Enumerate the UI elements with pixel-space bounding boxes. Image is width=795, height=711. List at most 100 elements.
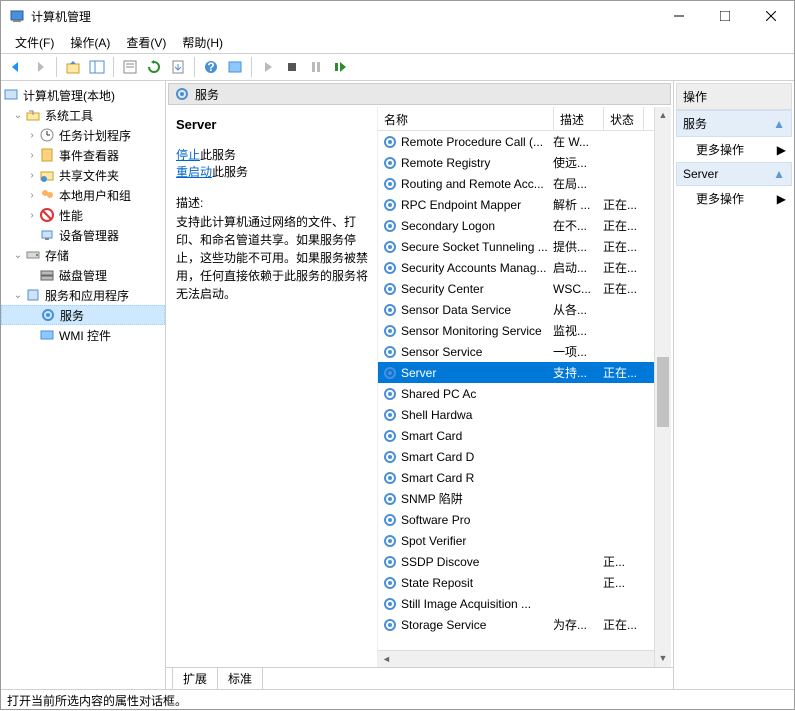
- service-description: 支持此计算机通过网络的文件、打印、和命名管道共享。如果服务停止，这些功能不可用。…: [176, 213, 369, 303]
- tree-system-tools[interactable]: ⌄系统工具: [1, 105, 165, 125]
- vertical-scrollbar[interactable]: ▲ ▼: [654, 107, 671, 667]
- scroll-thumb[interactable]: [657, 357, 669, 427]
- service-row[interactable]: State Reposit正...: [378, 572, 671, 593]
- service-row[interactable]: Server支持...正在...: [378, 362, 671, 383]
- minimize-button[interactable]: [656, 1, 702, 31]
- menu-help[interactable]: 帮助(H): [174, 32, 231, 53]
- tree-performance[interactable]: ›性能: [1, 205, 165, 225]
- menu-view[interactable]: 查看(V): [118, 32, 174, 53]
- tree-shared-folders[interactable]: ›共享文件夹: [1, 165, 165, 185]
- pause-service-button[interactable]: [305, 56, 327, 78]
- actions-more-server[interactable]: 更多操作▶: [676, 186, 792, 211]
- restart-service-button[interactable]: [329, 56, 351, 78]
- gear-icon: [382, 491, 398, 507]
- service-row[interactable]: Security CenterWSC...正在...: [378, 278, 671, 299]
- actions-services-section[interactable]: 服务▲: [676, 110, 792, 137]
- tree-storage[interactable]: ⌄存储: [1, 245, 165, 265]
- col-name[interactable]: 名称: [378, 107, 554, 130]
- back-button[interactable]: [5, 56, 27, 78]
- service-row[interactable]: Sensor Data Service从各...: [378, 299, 671, 320]
- tree-root[interactable]: 计算机管理(本地): [1, 85, 165, 105]
- service-row[interactable]: Smart Card D: [378, 446, 671, 467]
- status-text: 打开当前所选内容的属性对话框。: [7, 692, 187, 709]
- menu-action[interactable]: 操作(A): [62, 32, 118, 53]
- tree-local-users[interactable]: ›本地用户和组: [1, 185, 165, 205]
- service-row[interactable]: Smart Card R: [378, 467, 671, 488]
- actions-pane: 操作 服务▲ 更多操作▶ Server▲ 更多操作▶: [674, 81, 794, 689]
- gear-icon: [382, 512, 398, 528]
- refresh-button[interactable]: [143, 56, 165, 78]
- service-row[interactable]: Routing and Remote Acc...在局...: [378, 173, 671, 194]
- properties-button[interactable]: [119, 56, 141, 78]
- gear-icon: [382, 470, 398, 486]
- gear-icon: [382, 596, 398, 612]
- actions-more-services[interactable]: 更多操作▶: [676, 137, 792, 162]
- gear-icon: [175, 87, 189, 101]
- gear-icon: [382, 239, 398, 255]
- forward-button[interactable]: [29, 56, 51, 78]
- service-row[interactable]: Secure Socket Tunneling ...提供...正在...: [378, 236, 671, 257]
- service-row[interactable]: Spot Verifier: [378, 530, 671, 551]
- service-row[interactable]: Secondary Logon在不...正在...: [378, 215, 671, 236]
- tree-services-apps[interactable]: ⌄服务和应用程序: [1, 285, 165, 305]
- gear-icon: [382, 449, 398, 465]
- titlebar: 计算机管理: [1, 1, 794, 31]
- service-row[interactable]: Remote Procedure Call (...在 W...: [378, 131, 671, 152]
- service-row[interactable]: Software Pro: [378, 509, 671, 530]
- col-desc[interactable]: 描述: [554, 107, 604, 130]
- stop-service-button[interactable]: [281, 56, 303, 78]
- maximize-button[interactable]: [702, 1, 748, 31]
- tree-wmi[interactable]: WMI 控件: [1, 325, 165, 345]
- service-row[interactable]: Still Image Acquisition ...: [378, 593, 671, 614]
- tree-device-manager[interactable]: 设备管理器: [1, 225, 165, 245]
- close-button[interactable]: [748, 1, 794, 31]
- show-hide-tree-button[interactable]: [86, 56, 108, 78]
- chevron-right-icon: ▶: [777, 192, 786, 206]
- selected-service-name: Server: [176, 117, 369, 132]
- tree-event-viewer[interactable]: ›事件查看器: [1, 145, 165, 165]
- service-row[interactable]: Security Accounts Manag...启动...正在...: [378, 257, 671, 278]
- info-button[interactable]: [224, 56, 246, 78]
- actions-server-section[interactable]: Server▲: [676, 162, 792, 186]
- horizontal-scrollbar[interactable]: ◄►: [378, 650, 671, 667]
- collapse-icon: ▲: [773, 167, 785, 181]
- gear-icon: [382, 428, 398, 444]
- service-row[interactable]: SNMP 陷阱: [378, 488, 671, 509]
- services-list[interactable]: 名称 描述 状态 Remote Procedure Call (...在 W..…: [378, 107, 671, 667]
- gear-icon: [382, 323, 398, 339]
- services-header-label: 服务: [195, 86, 219, 103]
- service-row[interactable]: Shared PC Ac: [378, 383, 671, 404]
- gear-icon: [382, 407, 398, 423]
- service-row[interactable]: SSDP Discove正...: [378, 551, 671, 572]
- gear-icon: [382, 134, 398, 150]
- start-service-button[interactable]: [257, 56, 279, 78]
- nav-tree[interactable]: 计算机管理(本地) ⌄系统工具 ›任务计划程序 ›事件查看器 ›共享文件夹 ›本…: [1, 81, 166, 689]
- menubar: 文件(F) 操作(A) 查看(V) 帮助(H): [1, 31, 794, 53]
- tree-services[interactable]: 服务: [1, 305, 165, 325]
- stop-service-link[interactable]: 停止: [176, 148, 200, 162]
- service-row[interactable]: Sensor Monitoring Service监视...: [378, 320, 671, 341]
- list-header[interactable]: 名称 描述 状态: [378, 107, 671, 131]
- menu-file[interactable]: 文件(F): [7, 32, 62, 53]
- restart-service-link[interactable]: 重启动: [176, 165, 212, 179]
- col-status[interactable]: 状态: [604, 107, 644, 130]
- gear-icon: [382, 218, 398, 234]
- gear-icon: [382, 302, 398, 318]
- up-button[interactable]: [62, 56, 84, 78]
- service-row[interactable]: Remote Registry使远...: [378, 152, 671, 173]
- service-row[interactable]: RPC Endpoint Mapper解析 ...正在...: [378, 194, 671, 215]
- help-button[interactable]: ?: [200, 56, 222, 78]
- gear-icon: [382, 365, 398, 381]
- collapse-icon: ▲: [773, 117, 785, 131]
- service-row[interactable]: Storage Service为存...正在...: [378, 614, 671, 635]
- service-row[interactable]: Sensor Service一项...: [378, 341, 671, 362]
- tab-standard[interactable]: 标准: [217, 667, 263, 689]
- service-row[interactable]: Shell Hardwa: [378, 404, 671, 425]
- export-button[interactable]: [167, 56, 189, 78]
- tree-task-scheduler[interactable]: ›任务计划程序: [1, 125, 165, 145]
- app-icon: [9, 8, 25, 24]
- tree-disk-management[interactable]: 磁盘管理: [1, 265, 165, 285]
- description-label: 描述:: [176, 194, 369, 211]
- service-row[interactable]: Smart Card: [378, 425, 671, 446]
- tab-extended[interactable]: 扩展: [172, 667, 218, 689]
